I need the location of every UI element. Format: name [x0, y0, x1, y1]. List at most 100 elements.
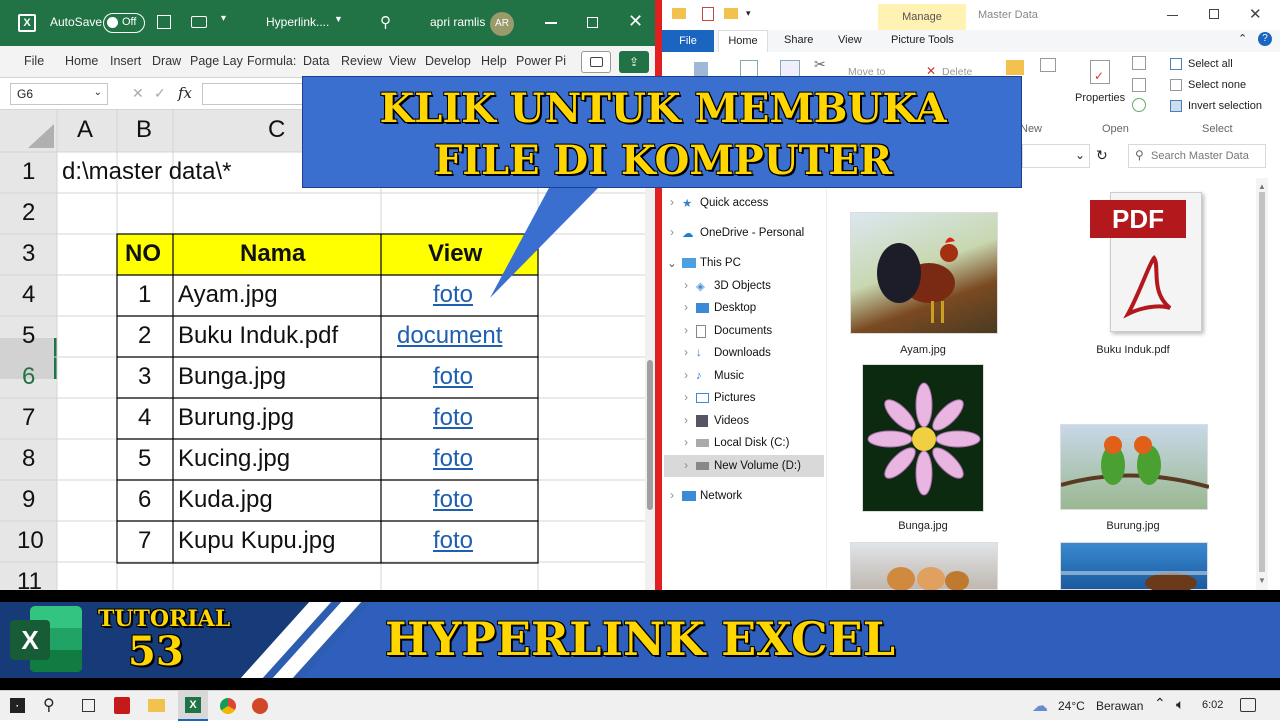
hyperlink-foto[interactable]: foto	[433, 445, 473, 473]
tab-data[interactable]: Data	[303, 54, 329, 68]
autosave-toggle[interactable]: Off	[103, 13, 145, 33]
temperature[interactable]: 24°C	[1058, 699, 1085, 713]
close-icon[interactable]: ✕	[628, 11, 643, 32]
row-header[interactable]: 3	[22, 240, 35, 268]
nav-new-volume[interactable]: › New Volume (D:)	[664, 455, 824, 477]
acrobat-taskbar-icon[interactable]	[114, 697, 130, 714]
camera-icon[interactable]	[191, 16, 207, 28]
help-icon[interactable]: ?	[1258, 32, 1272, 46]
file-explorer-taskbar-icon[interactable]	[148, 699, 165, 712]
title-dropdown-icon[interactable]: ▼	[334, 14, 343, 24]
table-cell-name[interactable]: Bunga.jpg	[178, 363, 286, 391]
table-cell-name[interactable]: Ayam.jpg	[178, 281, 278, 309]
tab-power-pivot[interactable]: Power Pi	[516, 54, 566, 68]
properties-button[interactable]: Properties	[1075, 92, 1125, 104]
hyperlink-foto[interactable]: foto	[433, 404, 473, 432]
share-button[interactable]: ⇪	[619, 51, 649, 73]
tab-help[interactable]: Help	[481, 54, 507, 68]
select-none-button[interactable]: Select none	[1188, 79, 1246, 91]
file-thumbnail[interactable]	[862, 364, 984, 512]
search-icon[interactable]: ⚲	[380, 13, 391, 31]
table-header-no[interactable]: NO	[125, 240, 161, 268]
table-cell-no[interactable]: 2	[138, 322, 151, 350]
notification-icon[interactable]	[1240, 698, 1256, 712]
nav-music[interactable]: › ♪ Music	[676, 365, 744, 387]
nav-pictures[interactable]: › Pictures	[676, 387, 755, 409]
search-box[interactable]: ⚲ Search Master Data	[1128, 144, 1266, 168]
tab-formulas[interactable]: Formula:	[247, 54, 296, 68]
chevron-up-icon[interactable]: ⌃	[1154, 695, 1166, 712]
column-header-b[interactable]: B	[136, 116, 152, 144]
minimize-icon[interactable]	[545, 22, 557, 24]
weather-text[interactable]: Berawan	[1096, 699, 1143, 713]
table-header-nama[interactable]: Nama	[240, 240, 305, 268]
row-header[interactable]: 5	[22, 322, 35, 350]
tab-insert[interactable]: Insert	[110, 54, 141, 68]
insert-function-icon[interactable]: fx	[178, 84, 192, 102]
refresh-icon[interactable]: ↻	[1096, 147, 1108, 164]
tab-picture-tools[interactable]: Picture Tools	[891, 34, 954, 46]
table-cell-no[interactable]: 4	[138, 404, 151, 432]
task-view-icon[interactable]	[82, 699, 95, 712]
tab-page-layout[interactable]: Page Lay	[190, 54, 243, 68]
nav-downloads[interactable]: › ↓ Downloads	[676, 342, 771, 364]
tab-file[interactable]: File	[24, 54, 44, 68]
select-all-button[interactable]: Select all	[1188, 58, 1233, 70]
column-header-a[interactable]: A	[77, 116, 93, 144]
table-cell-no[interactable]: 7	[138, 527, 151, 555]
qa-dropdown-icon[interactable]: ▾	[746, 8, 751, 19]
table-cell-no[interactable]: 3	[138, 363, 151, 391]
avatar[interactable]: AR	[490, 12, 514, 36]
table-cell-no[interactable]: 1	[138, 281, 151, 309]
save-icon[interactable]	[157, 15, 171, 29]
file-name[interactable]: Burung.jpg	[1058, 520, 1208, 532]
hyperlink-foto[interactable]: foto	[433, 486, 473, 514]
maximize-icon[interactable]	[1209, 9, 1219, 19]
invert-selection-button[interactable]: Invert selection	[1188, 100, 1262, 112]
new-item-icon[interactable]	[1040, 58, 1056, 72]
properties-qa-icon[interactable]	[702, 7, 714, 21]
address-bar[interactable]: ⌄	[1022, 144, 1090, 168]
file-name[interactable]: Ayam.jpg	[848, 344, 998, 356]
new-folder-icon[interactable]	[724, 8, 738, 19]
row-header[interactable]: 11	[17, 568, 42, 590]
edit-icon[interactable]	[1132, 78, 1146, 92]
row-header[interactable]: 4	[22, 281, 35, 309]
file-name[interactable]: Buku Induk.pdf	[1058, 344, 1208, 356]
clock[interactable]: 6:02	[1202, 699, 1223, 711]
row-header[interactable]: 9	[22, 486, 35, 514]
row-header[interactable]: 7	[22, 404, 35, 432]
nav-local-disk[interactable]: › Local Disk (C:)	[676, 432, 789, 454]
name-box[interactable]: G6 ⌄	[10, 83, 108, 105]
row-header[interactable]: 1	[22, 158, 35, 186]
history-icon[interactable]	[1132, 98, 1146, 112]
search-icon[interactable]: ⚲	[43, 695, 55, 715]
tab-developer[interactable]: Develop	[425, 54, 471, 68]
nav-documents[interactable]: › Documents	[676, 320, 772, 342]
file-name[interactable]: Bunga.jpg	[848, 520, 998, 532]
formula-input[interactable]	[202, 83, 312, 105]
minimize-icon[interactable]	[1167, 15, 1178, 16]
row-header[interactable]: 2	[22, 199, 35, 227]
pdf-file-icon[interactable]: PDF	[1090, 192, 1202, 332]
row-header[interactable]: 10	[17, 527, 44, 555]
hyperlink-document[interactable]: document	[397, 322, 502, 350]
collapse-ribbon-icon[interactable]: ⌃	[1238, 32, 1247, 45]
manage-tab[interactable]: Manage	[878, 4, 966, 30]
maximize-icon[interactable]	[587, 17, 598, 28]
open-icon[interactable]	[1132, 56, 1146, 70]
excel-taskbar-icon[interactable]: X	[178, 691, 208, 721]
row-header[interactable]: 6	[22, 363, 35, 391]
hyperlink-foto[interactable]: foto	[433, 363, 473, 391]
file-thumbnail[interactable]	[850, 542, 998, 590]
tab-view[interactable]: View	[389, 54, 416, 68]
hyperlink-foto[interactable]: foto	[433, 527, 473, 555]
tab-share[interactable]: Share	[784, 34, 813, 46]
properties-icon[interactable]: ✓	[1090, 60, 1110, 84]
nav-network[interactable]: › Network	[662, 485, 742, 507]
table-cell-no[interactable]: 6	[138, 486, 151, 514]
cancel-entry-icon[interactable]: ✕	[132, 85, 144, 102]
powerpoint-icon[interactable]	[252, 698, 268, 714]
table-cell-name[interactable]: Kuda.jpg	[178, 486, 273, 514]
nav-videos[interactable]: › Videos	[676, 410, 749, 432]
